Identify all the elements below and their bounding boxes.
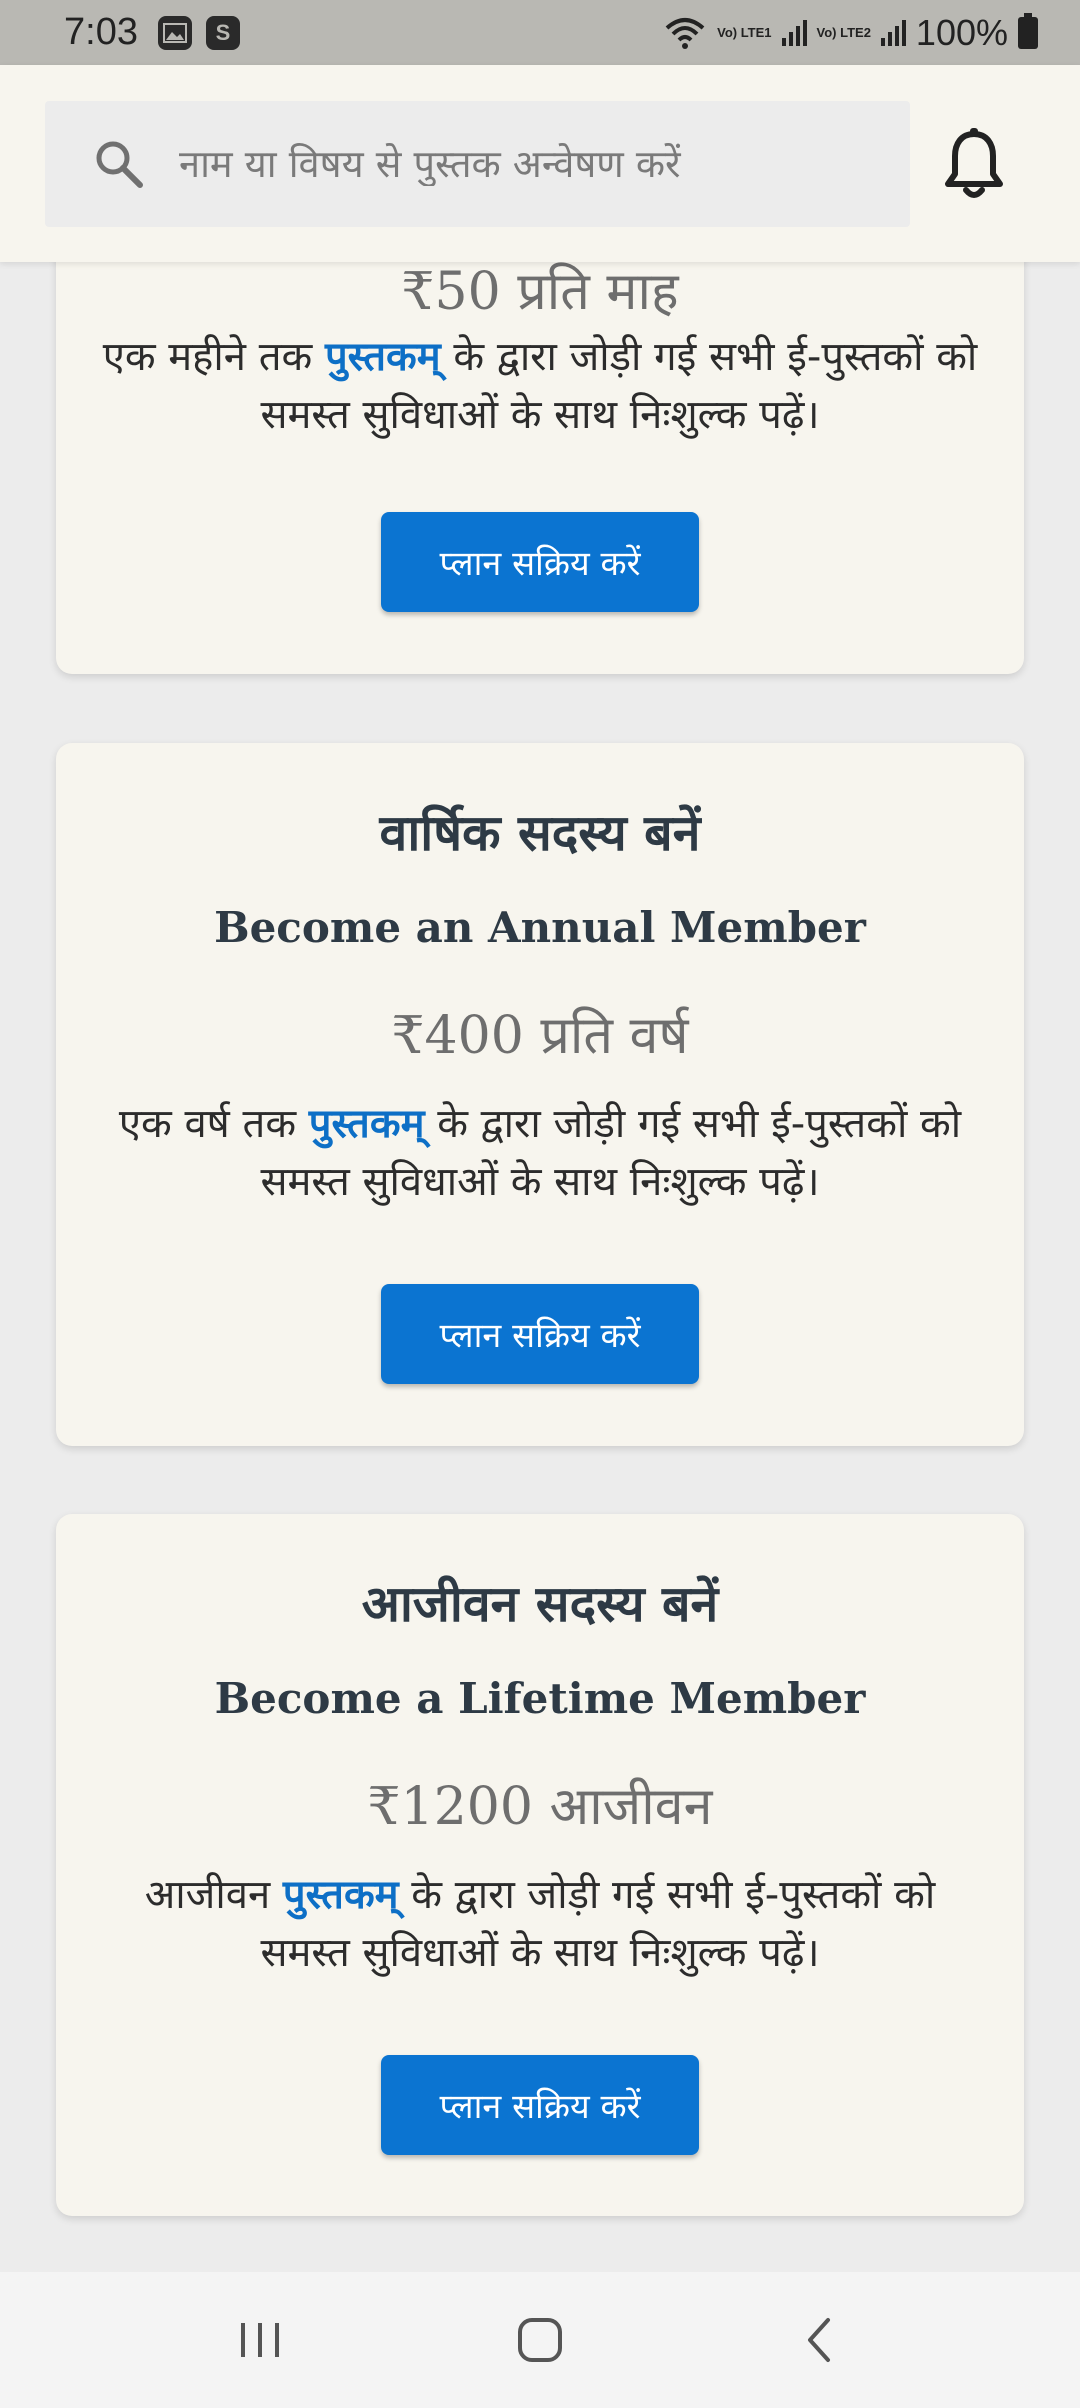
- plan-desc-text: एक वर्ष तक: [118, 1101, 309, 1147]
- plans-list[interactable]: ₹50 प्रति माह एक महीने तक पुस्तकम् के द्…: [0, 262, 1080, 2272]
- plan-desc-text: आजीवन: [144, 1872, 283, 1918]
- annual-plan-card: वार्षिक सदस्य बनें Become an Annual Memb…: [56, 743, 1024, 1446]
- plan-price: ₹400 प्रति वर्ष: [391, 1006, 689, 1066]
- search-input[interactable]: [179, 142, 899, 186]
- plan-price: ₹50 प्रति माह: [401, 262, 679, 322]
- top-app-bar: [0, 65, 1080, 262]
- status-left: 7:03 S: [64, 11, 240, 54]
- battery-icon: [1018, 12, 1038, 49]
- status-time: 7:03: [64, 11, 138, 53]
- brand-name: पुस्तकम्: [308, 1101, 425, 1147]
- status-right: Vo) LTE1 Vo) LTE2 100%: [663, 12, 1038, 54]
- activate-plan-button[interactable]: प्लान सक्रिय करें: [381, 2055, 699, 2155]
- recents-icon: [241, 2323, 279, 2357]
- battery-percent: 100%: [915, 11, 1008, 53]
- plan-title: वार्षिक सदस्य बनें: [379, 804, 701, 862]
- plan-subtitle: Become a Lifetime Member: [214, 1674, 866, 1723]
- gallery-icon: [157, 15, 192, 50]
- plan-description: एक महीने तक पुस्तकम् के द्वारा जोड़ी गई …: [96, 328, 984, 444]
- search-box[interactable]: [45, 101, 910, 227]
- wifi-icon: [665, 17, 705, 49]
- system-nav-bar: [0, 2272, 1080, 2408]
- plan-description: एक वर्ष तक पुस्तकम् के द्वारा जोड़ी गई स…: [96, 1095, 984, 1211]
- plan-price: ₹1200 आजीवन: [367, 1777, 713, 1837]
- home-icon: [518, 2318, 562, 2362]
- monthly-plan-card: ₹50 प्रति माह एक महीने तक पुस्तकम् के द्…: [56, 262, 1024, 674]
- app-notification-icon: S: [205, 15, 240, 50]
- signal-2-icon: [880, 19, 906, 46]
- plan-description: आजीवन पुस्तकम् के द्वारा जोड़ी गई सभी ई-…: [96, 1866, 984, 1982]
- brand-name: पुस्तकम्: [282, 1872, 399, 1918]
- back-button[interactable]: [780, 2300, 860, 2380]
- back-icon: [808, 2318, 830, 2362]
- plan-title: आजीवन सदस्य बनें: [361, 1575, 719, 1633]
- plan-subtitle: Become an Annual Member: [214, 903, 866, 952]
- recents-button[interactable]: [220, 2300, 300, 2380]
- brand-name: पुस्तकम्: [324, 334, 441, 380]
- activate-plan-button[interactable]: प्लान सक्रिय करें: [381, 1284, 699, 1384]
- status-bar: 7:03 S Vo) LTE1 Vo) LTE2 100%: [0, 0, 1080, 65]
- network-label-2: Vo) LTE2: [816, 25, 871, 40]
- network-label-1: Vo) LTE1: [717, 25, 772, 40]
- bell-icon: [945, 128, 1003, 198]
- signal-1-icon: [781, 19, 807, 46]
- plan-desc-text: एक महीने तक: [102, 334, 325, 380]
- notifications-button[interactable]: [940, 125, 1008, 205]
- activate-plan-button[interactable]: प्लान सक्रिय करें: [381, 512, 699, 612]
- home-button[interactable]: [500, 2300, 580, 2380]
- search-icon: [96, 141, 143, 188]
- lifetime-plan-card: आजीवन सदस्य बनें Become a Lifetime Membe…: [56, 1514, 1024, 2216]
